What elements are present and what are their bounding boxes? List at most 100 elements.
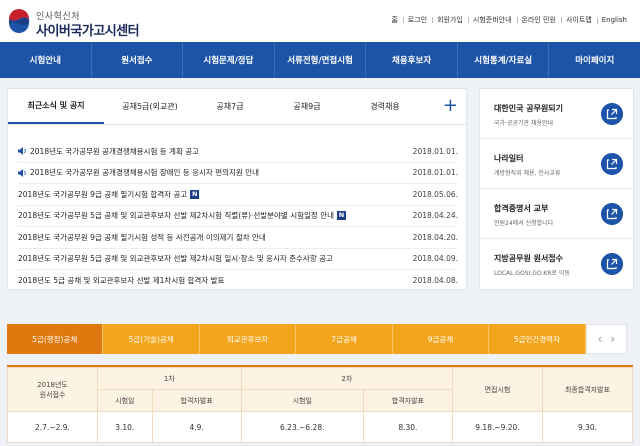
tab-grade5-tech[interactable]: 5급(기술)공채 <box>103 324 200 354</box>
schedule-year: 2018년도 <box>37 380 68 389</box>
utility-nav: 홈 로그인 회원가입 시험준비안내 온라인 민원 사이트맵 English <box>386 15 632 25</box>
utility-english-link[interactable]: English <box>596 16 632 24</box>
utility-login-link[interactable]: 로그인 <box>402 15 432 25</box>
notice-title[interactable]: 2018년도 국가공무원 5급 공채 및 외교관후보자 선발 제2차시험 일시·… <box>18 253 333 264</box>
notice-title[interactable]: 2018년도 국가공무원 공개경쟁채용시험 등 계획 공고 <box>30 146 199 157</box>
list-item[interactable]: 2018년도 국가공무원 9급 공채 필기시험 성적 등 사전공개 이의제기 절… <box>18 227 458 249</box>
tab-career[interactable]: 경력채용 <box>350 89 420 124</box>
schedule-exam-date-header: 시험일 <box>97 389 153 412</box>
nav-statistics[interactable]: 시험통계/자료실 <box>456 42 549 78</box>
schedule-registration: 원서접수 <box>39 390 66 399</box>
quick-link-subtitle: 민원24에서 신청합니다 <box>494 220 554 227</box>
main-nav: 시험안내 원서접수 시험문제/정답 서류전형/면접시험 채용후보자 시험통계/자… <box>0 42 640 78</box>
notice-tabs: 최근소식 및 공지 공채5급(외교관) 공채7급 공채9급 경력채용 <box>8 89 468 125</box>
nav-candidates[interactable]: 채용후보자 <box>365 42 457 78</box>
notice-date: 2018.05.06. <box>412 189 458 199</box>
quick-link-title: 지방공무원 원서접수 <box>494 254 564 263</box>
tab-recent-news[interactable]: 최근소식 및 공지 <box>8 89 104 124</box>
tab-grade5-admin[interactable]: 5급(행정)공채 <box>7 324 104 354</box>
schedule-cell: 4.9. <box>151 411 242 443</box>
external-link-icon[interactable] <box>601 103 623 125</box>
quick-links-panel: 대한민국 공무원되기 국가·공공기관 채용안내 나라일터 개방형직위 채용, 인… <box>479 88 635 290</box>
utility-sitemap-link[interactable]: 사이트맵 <box>560 15 597 25</box>
list-item[interactable]: 2018년도 국가공무원 5급 공채 및 외교관후보자 선발 제2차시험 일시·… <box>18 249 458 270</box>
schedule-cell: 3.10. <box>97 411 153 443</box>
list-item[interactable]: 2018년도 5급 공채 및 외교관후보자 선발 제1차시험 합격자 발표 20… <box>18 270 458 292</box>
chevron-right-icon[interactable]: › <box>610 332 615 346</box>
notice-title[interactable]: 2018년도 국가공무원 9급 공채 필기시험 합격자 공고 <box>18 189 187 200</box>
notice-date: 2018.04.20. <box>412 232 458 242</box>
notice-panel: 최근소식 및 공지 공채5급(외교관) 공채7급 공채9급 경력채용 + 201… <box>7 88 468 292</box>
notice-title[interactable]: 2018년도 국가공무원 5급 공채 및 외교관후보자 선발 제2차시험 직렬(… <box>18 210 334 221</box>
notice-date: 2018.01.01. <box>412 146 458 156</box>
notice-title[interactable]: 2018년도 국가공무원 9급 공채 필기시험 성적 등 사전공개 이의제기 절… <box>18 232 266 243</box>
schedule-first-header: 1차 <box>97 367 242 390</box>
exam-schedule-table: 2018년도 원서접수 1차 2차 면접시험 최종합격자발표 시험일 합격자발표… <box>7 365 633 443</box>
site-title[interactable]: 사이버국가고시센터 <box>36 20 140 39</box>
schedule-second-header: 2차 <box>240 367 454 390</box>
utility-home-link[interactable]: 홈 <box>386 15 402 25</box>
notice-date: 2018.04.08. <box>412 275 458 285</box>
notice-date: 2018.04.09. <box>412 254 458 264</box>
schedule-cell: 9.18.~9.20. <box>452 411 543 443</box>
list-item[interactable]: 2018년도 국가공무원 5급 공채 및 외교관후보자 선발 제2차시험 직렬(… <box>18 206 458 227</box>
speaker-icon <box>18 168 26 177</box>
schedule-cell: 8.30. <box>362 411 454 443</box>
tab-grade5-diplomat[interactable]: 공채5급(외교관) <box>104 89 196 124</box>
utility-signup-link[interactable]: 회원가입 <box>432 15 468 25</box>
tab-grade7[interactable]: 공채7급 <box>196 89 264 124</box>
notice-date: 2018.04.24. <box>412 211 458 221</box>
quick-link-title: 나라일터 <box>494 154 524 163</box>
nav-questions-answers[interactable]: 시험문제/정답 <box>182 42 274 78</box>
external-link-icon[interactable] <box>601 153 623 175</box>
schedule-cell: 2.7.~2.9. <box>7 411 98 443</box>
nav-document-interview[interactable]: 서류전형/면접시험 <box>273 42 366 78</box>
schedule-final-header: 최종합격자발표 <box>542 367 633 412</box>
quick-link-narailteo[interactable]: 나라일터 개방형직위 채용, 인사교류 <box>480 139 635 189</box>
new-badge: N <box>337 211 347 221</box>
quick-link-subtitle: 국가·공공기관 채용안내 <box>494 120 554 127</box>
exam-category-tabs: 5급(행정)공채 5급(기술)공채 외교관후보자 7급공채 9급공채 5급민간경… <box>7 324 627 354</box>
quick-link-title: 대한민국 공무원되기 <box>494 104 564 113</box>
page: 인사혁신처 사이버국가고시센터 홈 로그인 회원가입 시험준비안내 온라인 민원… <box>0 0 640 446</box>
quick-link-become-official[interactable]: 대한민국 공무원되기 국가·공공기관 채용안내 <box>480 89 635 139</box>
utility-online-civil-link[interactable]: 온라인 민원 <box>516 15 561 25</box>
notice-date: 2018.01.01. <box>412 168 458 178</box>
notice-list: 2018년도 국가공무원 공개경쟁채용시험 등 계획 공고 2018.01.01… <box>18 141 458 292</box>
schedule-pass-header: 합격자발표 <box>362 389 454 412</box>
nav-mypage[interactable]: 마이페이지 <box>548 42 640 78</box>
list-item[interactable]: 2018년도 국가공무원 공개경쟁채용시험 장애인 등 응시자 편의지원 안내 … <box>18 163 458 184</box>
external-link-icon[interactable] <box>601 203 623 225</box>
schedule-cell: 9.30. <box>542 411 633 443</box>
schedule-year-header: 2018년도 원서접수 <box>7 367 98 412</box>
quick-link-local-exam[interactable]: 지방공무원 원서접수 LOCAL.GOSI.GO.KR로 이동 <box>480 239 635 289</box>
schedule-pass-header: 합격자발표 <box>151 389 242 412</box>
nav-exam-info[interactable]: 시험안내 <box>0 42 91 78</box>
schedule-cell: 6.23.~6.28. <box>240 411 364 443</box>
list-item[interactable]: 2018년도 국가공무원 9급 공채 필기시험 합격자 공고 N 2018.05… <box>18 184 458 206</box>
external-link-icon[interactable] <box>601 253 623 275</box>
tab-grade5-private[interactable]: 5급민간경력자 <box>489 324 586 354</box>
schedule-interview-header: 면접시험 <box>452 367 543 412</box>
tab-diplomat[interactable]: 외교관후보자 <box>199 324 297 354</box>
schedule-exam-date-header: 시험일 <box>240 389 364 412</box>
government-logo-icon[interactable] <box>6 8 32 34</box>
nav-application[interactable]: 원서접수 <box>90 42 183 78</box>
quick-link-subtitle: 개방형직위 채용, 인사교류 <box>494 170 561 177</box>
notice-title[interactable]: 2018년도 5급 공채 및 외교관후보자 선발 제1차시험 합격자 발표 <box>18 275 224 286</box>
new-badge: N <box>190 189 200 199</box>
chevron-left-icon[interactable]: ‹ <box>597 332 602 346</box>
site-header: 인사혁신처 사이버국가고시센터 홈 로그인 회원가입 시험준비안내 온라인 민원… <box>0 0 640 42</box>
notice-title[interactable]: 2018년도 국가공무원 공개경쟁채용시험 장애인 등 응시자 편의지원 안내 <box>30 167 259 178</box>
tab-arrows: ‹ › <box>585 324 627 354</box>
tab-grade9-exam[interactable]: 9급공채 <box>392 324 490 354</box>
tab-grade9[interactable]: 공채9급 <box>264 89 350 124</box>
utility-exam-prep-link[interactable]: 시험준비안내 <box>467 15 517 25</box>
more-plus-icon[interactable]: + <box>443 97 458 115</box>
list-item[interactable]: 2018년도 국가공무원 공개경쟁채용시험 등 계획 공고 2018.01.01… <box>18 141 458 163</box>
tab-grade7-exam[interactable]: 7급공채 <box>296 324 393 354</box>
quick-link-title: 합격증명서 교부 <box>494 204 549 213</box>
quick-link-subtitle: LOCAL.GOSI.GO.KR로 이동 <box>494 270 570 277</box>
speaker-icon <box>18 147 26 156</box>
quick-link-certificate[interactable]: 합격증명서 교부 민원24에서 신청합니다 <box>480 189 635 239</box>
